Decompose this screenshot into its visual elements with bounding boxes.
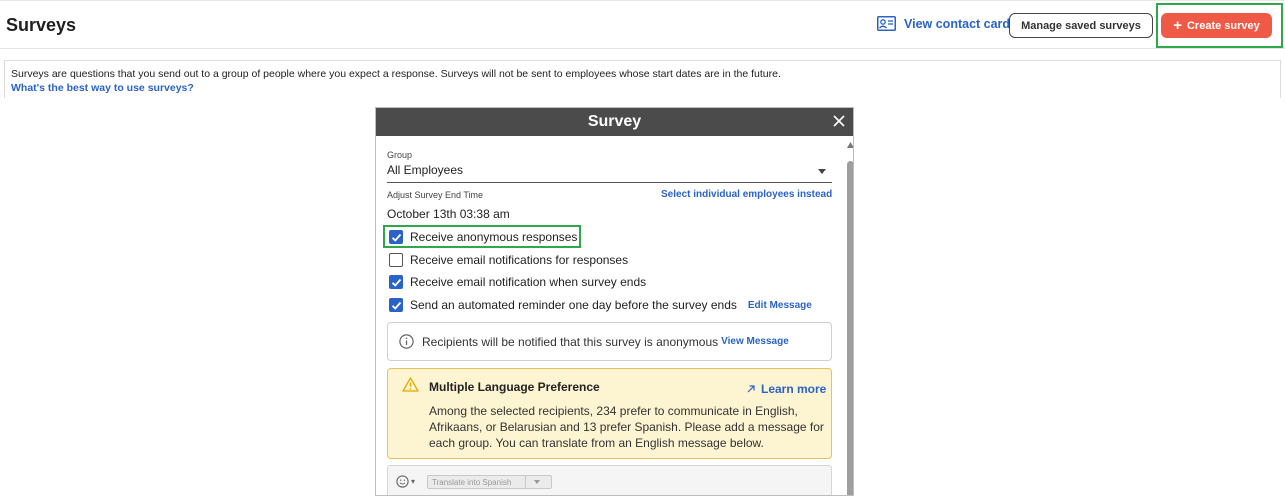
group-select-value: All Employees [387, 163, 464, 177]
learn-more-label: Learn more [761, 382, 827, 396]
emoji-icon [396, 475, 409, 488]
check-icon [391, 233, 401, 242]
check-icon [391, 278, 401, 287]
contact-card-icon [877, 16, 896, 31]
warning-text: Among the selected recipients, 234 prefe… [429, 404, 824, 450]
top-bar: Surveys View contact card Manage saved s… [0, 0, 1285, 49]
view-message-link[interactable]: View Message [721, 336, 789, 347]
checkbox-email-responses[interactable] [389, 253, 403, 267]
modal-scrollbar[interactable] [846, 141, 854, 495]
translate-button-label: Translate into Spanish [432, 477, 512, 487]
survey-modal: Survey Group All Employees Adjust Survey… [375, 107, 854, 496]
end-time-value[interactable]: October 13th 03:38 am [387, 207, 510, 221]
create-survey-button[interactable]: + Create survey [1161, 13, 1272, 38]
emoji-button[interactable]: ▾ [396, 475, 415, 488]
option-anonymous-label: Receive anonymous responses [410, 230, 578, 244]
anonymous-notice: Recipients will be notified that this su… [387, 322, 832, 361]
notice-text: Recipients will be notified that this su… [422, 334, 719, 349]
surveys-description: Surveys are questions that you send out … [11, 68, 781, 80]
modal-header: Survey [376, 108, 853, 136]
option-email-responses[interactable]: Receive email notifications for response… [389, 253, 628, 267]
option-email-responses-label: Receive email notifications for response… [410, 253, 629, 267]
option-anonymous[interactable]: Receive anonymous responses [389, 230, 577, 244]
plus-icon: + [1173, 16, 1182, 34]
language-warning: Multiple Language Preference Learn more … [387, 368, 832, 459]
select-individual-link[interactable]: Select individual employees instead [661, 189, 832, 200]
warning-icon [402, 377, 419, 392]
warning-title: Multiple Language Preference [429, 380, 600, 394]
translate-separator [525, 476, 526, 488]
option-email-ends-label: Receive email notification when survey e… [410, 275, 647, 289]
create-survey-label: Create survey [1186, 19, 1260, 32]
modal-title: Survey [587, 113, 642, 130]
group-label: Group [387, 150, 413, 160]
checkbox-email-ends[interactable] [389, 275, 403, 289]
info-icon [399, 334, 414, 349]
learn-more-link[interactable]: Learn more [746, 382, 826, 396]
end-time-label: Adjust Survey End Time [387, 190, 484, 200]
option-reminder-label: Send an automated reminder one day befor… [410, 298, 737, 312]
check-icon [391, 301, 401, 310]
view-contact-card-link[interactable]: View contact card [877, 16, 1010, 31]
manage-saved-surveys-button[interactable]: Manage saved surveys [1009, 13, 1153, 38]
edit-message-link[interactable]: Edit Message [748, 300, 812, 311]
scroll-thumb[interactable] [847, 161, 853, 495]
option-reminder[interactable]: Send an automated reminder one day befor… [389, 298, 812, 312]
translate-button[interactable]: Translate into Spanish [427, 475, 552, 489]
modal-body: Group All Employees Adjust Survey End Ti… [376, 136, 854, 495]
best-way-link[interactable]: What's the best way to use surveys? [11, 81, 1274, 95]
surveys-info-box: Surveys are questions that you send out … [4, 60, 1281, 98]
chevron-down-icon: ▾ [411, 477, 416, 486]
chevron-down-icon[interactable] [534, 480, 540, 484]
chevron-down-icon [818, 169, 826, 174]
group-select[interactable]: All Employees [387, 163, 832, 183]
scroll-up-icon[interactable] [846, 141, 854, 149]
message-editor-toolbar: ▾ Translate into Spanish [387, 465, 832, 495]
view-contact-card-label: View contact card [904, 16, 1011, 31]
page-title: Surveys [6, 15, 77, 35]
checkbox-anonymous[interactable] [389, 230, 403, 244]
close-icon [833, 115, 845, 127]
checkbox-reminder[interactable] [389, 298, 403, 312]
close-button[interactable] [830, 112, 848, 130]
option-email-ends[interactable]: Receive email notification when survey e… [389, 275, 646, 289]
external-arrow-icon [747, 385, 755, 393]
